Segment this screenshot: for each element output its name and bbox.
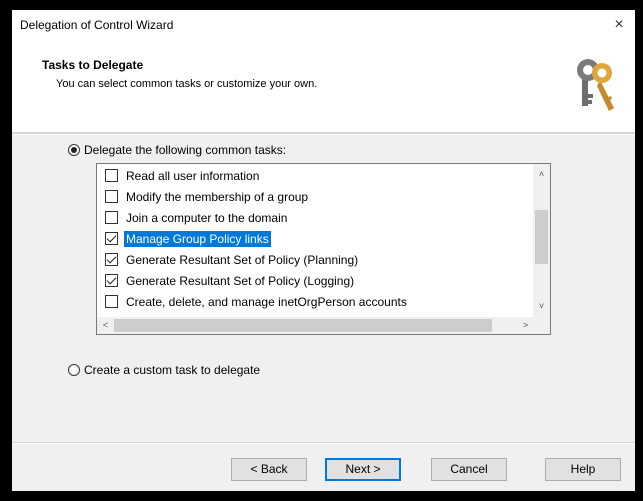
task-checkbox[interactable] [105,169,118,182]
custom-task-radio[interactable] [68,364,80,376]
task-checkbox[interactable] [105,253,118,266]
footer-divider [12,442,635,444]
task-label: Generate Resultant Set of Policy (Loggin… [126,273,355,288]
scroll-left-icon[interactable]: < [97,317,114,333]
scroll-down-icon[interactable]: ˅ [533,298,550,314]
close-icon[interactable]: × [603,10,635,40]
tasks-list[interactable]: Read all user information Modify the memb… [96,163,551,335]
scrollbar-corner [533,317,550,334]
task-checkbox[interactable] [105,190,118,203]
common-tasks-label: Delegate the following common tasks: [84,143,287,157]
task-item[interactable]: Join a computer to the domain [105,208,289,227]
vertical-scroll-thumb[interactable] [535,210,548,264]
task-checkbox[interactable] [105,295,118,308]
title-bar: Delegation of Control Wizard × [12,10,635,40]
task-item[interactable]: Generate Resultant Set of Policy (Loggin… [105,271,356,290]
scroll-up-icon[interactable]: ˄ [533,166,550,182]
tasks-list-items: Read all user information Modify the memb… [97,164,534,317]
task-item[interactable]: Read all user information [105,166,261,185]
custom-task-label: Create a custom task to delegate [84,363,261,377]
task-label: Manage Group Policy links [124,230,271,247]
wizard-window: Delegation of Control Wizard × Tasks to … [12,10,635,491]
page-title: Tasks to Delegate [42,58,144,72]
task-item[interactable]: Modify the membership of a group [105,187,310,206]
common-tasks-option[interactable]: Delegate the following common tasks: [68,143,286,157]
wizard-header: Tasks to Delegate You can select common … [12,40,635,132]
header-divider [12,132,635,135]
horizontal-scroll-thumb[interactable] [114,319,492,332]
task-item[interactable]: Generate Resultant Set of Policy (Planni… [105,250,360,269]
cancel-button[interactable]: Cancel [431,458,507,481]
vertical-scrollbar[interactable]: ˄ ˅ [533,164,550,317]
task-label: Create, delete, and manage inetOrgPerson… [126,294,407,309]
window-title: Delegation of Control Wizard [20,18,174,32]
task-label: Read all user information [126,168,260,183]
task-item[interactable]: Create, delete, and manage inetOrgPerson… [105,292,409,311]
horizontal-scrollbar[interactable]: < > [97,317,534,334]
custom-task-option[interactable]: Create a custom task to delegate [68,363,260,377]
task-label: Modify the membership of a group [126,189,309,204]
help-button[interactable]: Help [545,458,621,481]
task-checkbox[interactable] [105,232,118,245]
task-item[interactable]: Manage Group Policy links [105,229,271,248]
task-checkbox[interactable] [105,211,118,224]
scroll-right-icon[interactable]: > [517,317,534,333]
back-button[interactable]: < Back [231,458,307,481]
keys-icon [577,59,614,111]
task-checkbox[interactable] [105,274,118,287]
next-button[interactable]: Next > [325,458,401,481]
task-label: Join a computer to the domain [126,210,288,225]
page-subtitle: You can select common tasks or customize… [56,78,318,90]
common-tasks-radio[interactable] [68,144,80,156]
task-label: Generate Resultant Set of Policy (Planni… [126,252,359,267]
